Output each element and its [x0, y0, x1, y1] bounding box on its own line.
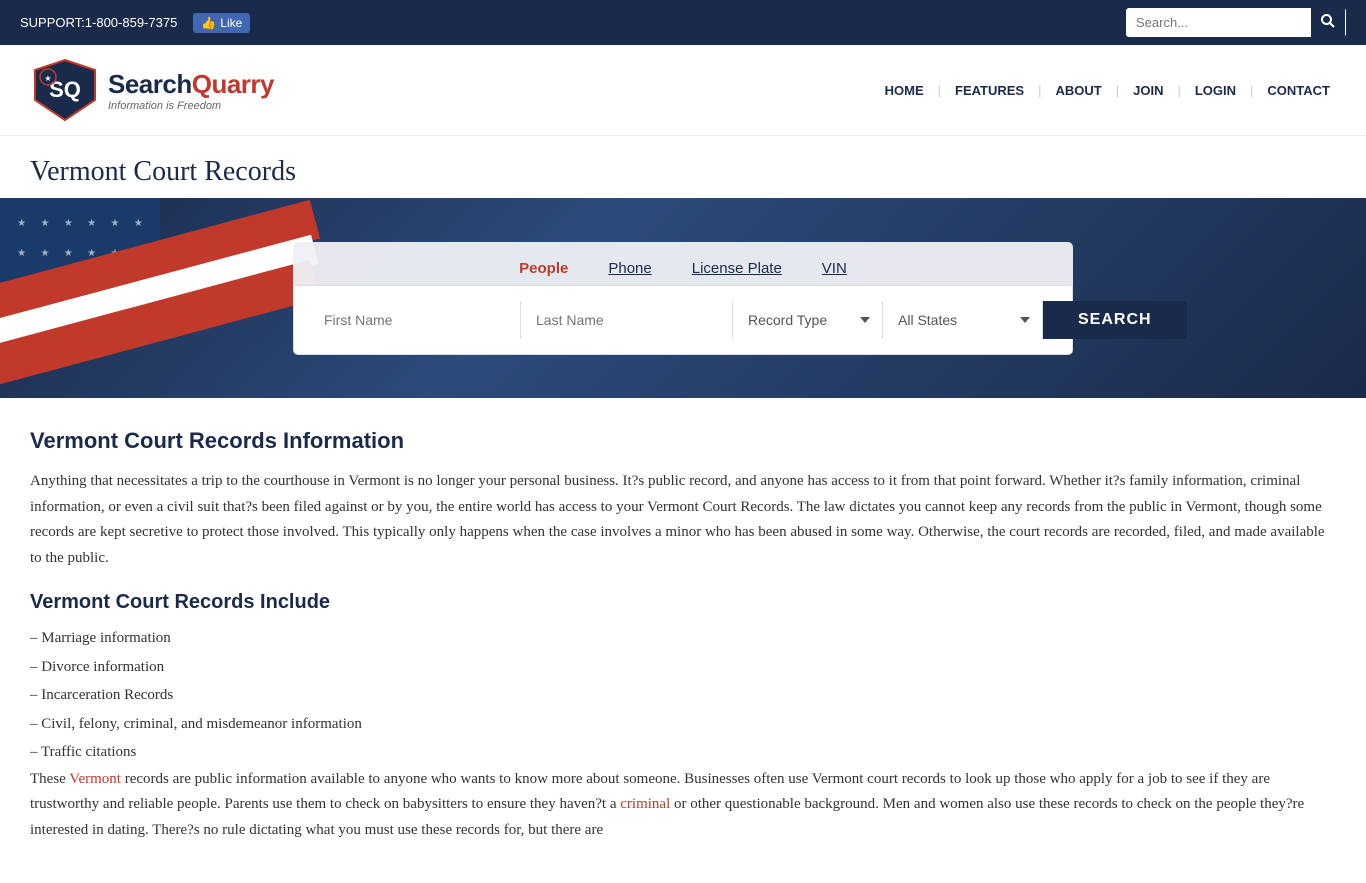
logo-icon: SQ ★	[30, 55, 100, 125]
record-type-select[interactable]: Record Type Criminal Court Arrest	[733, 301, 883, 339]
search-icon	[1321, 14, 1335, 28]
include-list: – Marriage information – Divorce informa…	[30, 624, 1336, 767]
info-title: Vermont Court Records Information	[30, 428, 1336, 454]
logo-tagline: Information is Freedom	[108, 100, 274, 112]
flag-decoration: ★ ★ ★ ★ ★ ★ ★ ★ ★ ★ ★ ★ ★ ★ ★ ★ ★ ★ ★ ★ …	[0, 198, 320, 398]
search-form: Record Type Criminal Court Arrest All St…	[293, 285, 1073, 355]
nav-sep-5: |	[1250, 83, 1253, 98]
star-icon: ★	[64, 248, 73, 259]
top-bar-left: SUPPORT:1-800-859-7375 👍 Like	[20, 13, 250, 33]
nav-about[interactable]: ABOUT	[1050, 83, 1108, 98]
thumbs-up-icon: 👍	[201, 16, 216, 30]
last-name-input[interactable]	[521, 301, 733, 339]
brand-name: SearchQuarry	[108, 69, 274, 100]
list-item: – Divorce information	[30, 653, 1336, 682]
list-item: – Civil, felony, criminal, and misdemean…	[30, 710, 1336, 739]
criminal-link[interactable]: criminal	[620, 796, 670, 812]
footer-paragraph: These Vermont records are public informa…	[30, 767, 1336, 844]
logo-shield-icon: SQ ★	[30, 55, 100, 125]
top-search-bar[interactable]	[1126, 8, 1346, 37]
tab-people[interactable]: People	[499, 252, 588, 285]
star-icon: ★	[17, 218, 26, 229]
search-widget: People Phone License Plate VIN Record Ty…	[293, 242, 1073, 355]
nav-sep-1: |	[938, 83, 941, 98]
info-body-text: Anything that necessitates a trip to the…	[30, 469, 1336, 571]
star-icon: ★	[111, 218, 120, 229]
nav-sep-2: |	[1038, 83, 1041, 98]
state-select[interactable]: All States Vermont Alabama Alaska	[883, 301, 1043, 339]
tab-phone[interactable]: Phone	[588, 252, 671, 285]
nav-home[interactable]: HOME	[879, 83, 930, 98]
list-item: – Traffic citations	[30, 738, 1336, 767]
star-icon: ★	[134, 218, 143, 229]
vermont-link[interactable]: Vermont	[69, 771, 121, 787]
main-nav: HOME | FEATURES | ABOUT | JOIN | LOGIN |…	[879, 83, 1336, 98]
nav-login[interactable]: LOGIN	[1189, 83, 1242, 98]
include-title: Vermont Court Records Include	[30, 591, 1336, 614]
nav-sep-3: |	[1116, 83, 1119, 98]
search-button[interactable]: SEARCH	[1043, 301, 1187, 339]
list-item: – Incarceration Records	[30, 681, 1336, 710]
nav-join[interactable]: JOIN	[1127, 83, 1169, 98]
star-icon: ★	[64, 218, 73, 229]
top-bar: SUPPORT:1-800-859-7375 👍 Like	[0, 0, 1366, 45]
svg-text:SQ: SQ	[49, 77, 81, 102]
logo: SQ ★ SearchQuarry Information is Freedom	[30, 55, 274, 125]
star-icon: ★	[17, 248, 26, 259]
top-search-input[interactable]	[1126, 10, 1311, 35]
star-icon: ★	[41, 218, 50, 229]
nav-contact[interactable]: CONTACT	[1261, 83, 1336, 98]
page-title-area: Vermont Court Records	[0, 136, 1366, 198]
star-icon: ★	[87, 218, 96, 229]
hero-banner: ★ ★ ★ ★ ★ ★ ★ ★ ★ ★ ★ ★ ★ ★ ★ ★ ★ ★ ★ ★ …	[0, 198, 1366, 398]
main-content: Vermont Court Records Information Anythi…	[0, 398, 1366, 883]
page-title: Vermont Court Records	[30, 156, 1336, 188]
search-tabs: People Phone License Plate VIN	[293, 242, 1073, 285]
nav-sep-4: |	[1177, 83, 1180, 98]
tab-license-plate[interactable]: License Plate	[672, 252, 802, 285]
header: SQ ★ SearchQuarry Information is Freedom…	[0, 45, 1366, 136]
first-name-input[interactable]	[309, 301, 521, 339]
support-text: SUPPORT:1-800-859-7375	[20, 15, 177, 30]
tab-vin[interactable]: VIN	[802, 252, 867, 285]
top-search-button[interactable]	[1311, 8, 1345, 37]
list-item: – Marriage information	[30, 624, 1336, 653]
svg-text:★: ★	[44, 74, 51, 83]
logo-text: SearchQuarry Information is Freedom	[108, 69, 274, 112]
nav-features[interactable]: FEATURES	[949, 83, 1030, 98]
fb-like-button[interactable]: 👍 Like	[193, 13, 250, 33]
star-icon: ★	[41, 248, 50, 259]
